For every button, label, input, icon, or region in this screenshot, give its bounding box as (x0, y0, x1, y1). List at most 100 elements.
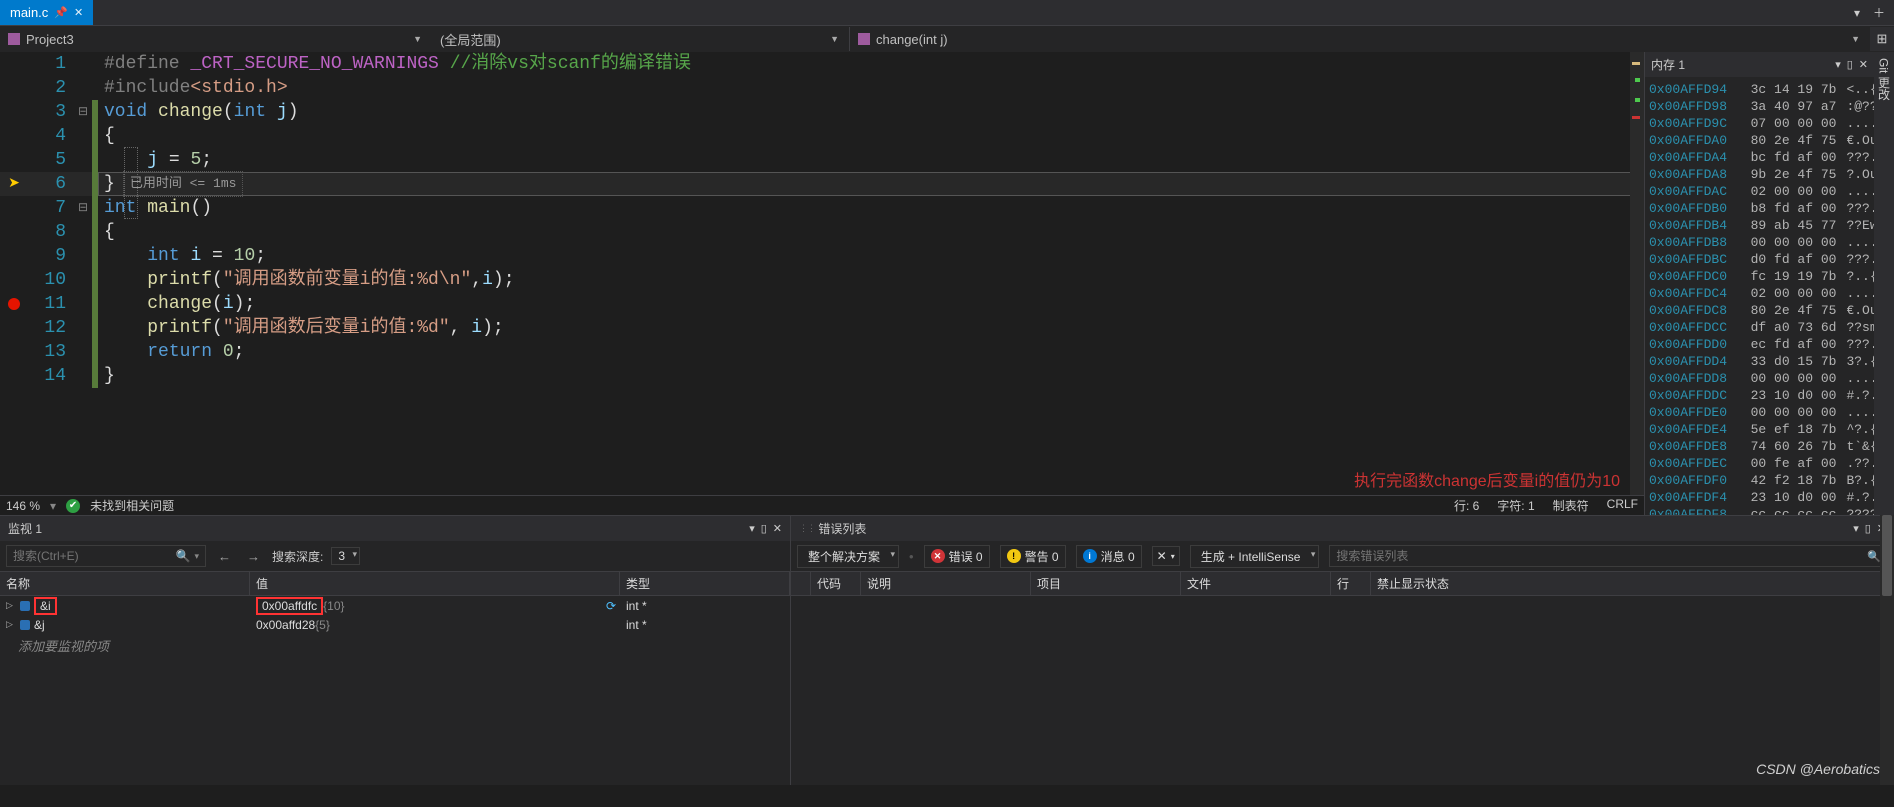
solution-dropdown[interactable]: 整个解决方案 (797, 545, 899, 568)
code-text[interactable]: { (98, 124, 115, 148)
project-dropdown[interactable]: Project3 ▼ (0, 27, 430, 51)
memory-row[interactable]: 0x00AFFD94 3c 14 19 7b<..{ (1649, 81, 1874, 98)
code-text[interactable]: { (98, 220, 115, 244)
close-icon[interactable]: ✕ (1859, 58, 1868, 71)
col-value[interactable]: 值 (250, 572, 620, 595)
memory-row[interactable]: 0x00AFFD9C 07 00 00 00.... (1649, 115, 1874, 132)
code-editor[interactable]: 1#define _CRT_SECURE_NO_WARNINGS //消除vs对… (0, 52, 1644, 515)
code-text[interactable]: change(i); (98, 292, 255, 316)
code-line[interactable]: 10 printf("调用函数前变量i的值:%d\n",i); (0, 268, 1644, 292)
code-text[interactable]: printf("调用函数后变量i的值:%d", i); (98, 316, 504, 340)
code-line[interactable]: 1#define _CRT_SECURE_NO_WARNINGS //消除vs对… (0, 52, 1644, 76)
window-menu-icon[interactable]: ▾ (1835, 58, 1841, 71)
tab-add-icon[interactable]: ＋ (1870, 4, 1888, 22)
memory-row[interactable]: 0x00AFFDAC 02 00 00 00.... (1649, 183, 1874, 200)
memory-row[interactable]: 0x00AFFDF4 23 10 d0 00#.?. (1649, 489, 1874, 506)
code-text[interactable]: printf("调用函数前变量i的值:%d\n",i); (98, 268, 515, 292)
fold-toggle[interactable]: ⊟ (74, 196, 92, 220)
tab-dropdown-icon[interactable]: ▾ (1848, 4, 1866, 22)
search-icon[interactable]: 🔍 (1867, 550, 1881, 563)
pin-icon[interactable]: 📌 (54, 6, 68, 19)
close-icon[interactable]: ✕ (74, 6, 83, 19)
memory-row[interactable]: 0x00AFFDB4 89 ab 45 77??Ew (1649, 217, 1874, 234)
error-search[interactable]: 🔍 (1329, 545, 1888, 567)
breakpoint-icon[interactable] (8, 298, 20, 310)
git-changes-tab[interactable]: Git 更改 (1874, 52, 1894, 107)
errors-toggle[interactable]: ✕错误 0 (924, 545, 990, 568)
col-file[interactable]: 文件 (1181, 572, 1331, 595)
memory-row[interactable]: 0x00AFFDC8 80 2e 4f 75€.Ou (1649, 302, 1874, 319)
line-indicator[interactable]: 行: 6 (1454, 497, 1479, 514)
filter-icon[interactable]: ✕▾ (1152, 546, 1180, 566)
code-text[interactable]: void change(int j) (98, 100, 299, 124)
col-code[interactable]: 代码 (811, 572, 861, 595)
watch-row[interactable]: ▷&i0x00affdfc {10}⟳int * (0, 596, 790, 615)
memory-row[interactable]: 0x00AFFDE8 74 60 26 7bt`&{ (1649, 438, 1874, 455)
code-line[interactable]: ➤6}已用时间 <= 1ms (0, 172, 1644, 196)
error-search-input[interactable] (1336, 549, 1867, 563)
memory-row[interactable]: 0x00AFFDF0 42 f2 18 7bB?.{ (1649, 472, 1874, 489)
scrollbar[interactable] (1880, 515, 1894, 785)
code-text[interactable]: int i = 10; (98, 244, 266, 268)
code-line[interactable]: 4{ (0, 124, 1644, 148)
memory-row[interactable]: 0x00AFFDBC d0 fd af 00???. (1649, 251, 1874, 268)
next-icon[interactable]: → (243, 549, 264, 564)
prev-icon[interactable]: ← (214, 549, 235, 564)
col-icon[interactable] (791, 572, 811, 595)
col-desc[interactable]: 说明 (861, 572, 1031, 595)
code-text[interactable]: #define _CRT_SECURE_NO_WARNINGS //消除vs对s… (98, 52, 691, 76)
code-line[interactable]: 2#include<stdio.h> (0, 76, 1644, 100)
code-line[interactable]: 13 return 0; (0, 340, 1644, 364)
perf-hint[interactable]: 已用时间 <= 1ms (123, 171, 244, 197)
col-name[interactable]: 名称 (0, 572, 250, 595)
memory-row[interactable]: 0x00AFFDC0 fc 19 19 7b?..{ (1649, 268, 1874, 285)
warnings-toggle[interactable]: !警告 0 (1000, 545, 1066, 568)
code-line[interactable]: 8{ (0, 220, 1644, 244)
memory-row[interactable]: 0x00AFFDA0 80 2e 4f 75€.Ou (1649, 132, 1874, 149)
expand-icon[interactable]: ▷ (6, 600, 16, 611)
code-line[interactable]: 3⊟void change(int j) (0, 100, 1644, 124)
memory-row[interactable]: 0x00AFFDF8 cc cc cc cc???? (1649, 506, 1874, 515)
memory-row[interactable]: 0x00AFFDEC 00 fe af 00.??. (1649, 455, 1874, 472)
code-line[interactable]: 11 change(i); (0, 292, 1644, 316)
memory-row[interactable]: 0x00AFFDE0 00 00 00 00.... (1649, 404, 1874, 421)
depth-dropdown[interactable]: 3 (331, 547, 360, 565)
tabs-indicator[interactable]: 制表符 (1553, 497, 1589, 514)
memory-row[interactable]: 0x00AFFDB0 b8 fd af 00???. (1649, 200, 1874, 217)
window-menu-icon[interactable]: ▾ (1853, 522, 1859, 535)
code-text[interactable]: j = 5; (98, 148, 212, 172)
fold-toggle[interactable]: ⊟ (74, 100, 92, 124)
code-text[interactable]: } (98, 172, 115, 196)
col-suppress[interactable]: 禁止显示状态 (1371, 572, 1894, 595)
scrollbar-minimap[interactable] (1630, 52, 1644, 495)
memory-row[interactable]: 0x00AFFDCC df a0 73 6d??sm (1649, 319, 1874, 336)
expand-icon[interactable]: ▷ (6, 619, 16, 630)
add-watch-prompt[interactable]: 添加要监视的项 (0, 634, 790, 657)
code-line[interactable]: 9 int i = 10; (0, 244, 1644, 268)
code-line[interactable]: 7⊟int main() (0, 196, 1644, 220)
code-line[interactable]: 12 printf("调用函数后变量i的值:%d", i); (0, 316, 1644, 340)
function-dropdown[interactable]: change(int j) ▼ (849, 27, 1868, 51)
scope-dropdown[interactable]: (全局范围) ▼ (432, 27, 847, 51)
code-line[interactable]: 14} (0, 364, 1644, 388)
watch-search[interactable]: 🔍 ▾ (6, 545, 206, 567)
split-button[interactable]: ⊞ (1870, 27, 1894, 51)
memory-row[interactable]: 0x00AFFDE4 5e ef 18 7b^?.{ (1649, 421, 1874, 438)
search-icon[interactable]: 🔍 (176, 549, 191, 563)
build-dropdown[interactable]: 生成 + IntelliSense (1190, 545, 1320, 568)
eol-indicator[interactable]: CRLF (1607, 497, 1638, 514)
messages-toggle[interactable]: i消息 0 (1076, 545, 1142, 568)
code-text[interactable]: return 0; (98, 340, 244, 364)
file-tab-active[interactable]: main.c 📌 ✕ (0, 0, 93, 25)
watch-row[interactable]: ▷&j0x00affd28 {5}int * (0, 615, 790, 634)
pin-icon[interactable]: ▯ (1847, 58, 1853, 71)
memory-row[interactable]: 0x00AFFD98 3a 40 97 a7:@?? (1649, 98, 1874, 115)
code-text[interactable]: #include<stdio.h> (98, 76, 288, 100)
memory-row[interactable]: 0x00AFFDA8 9b 2e 4f 75?.Ou (1649, 166, 1874, 183)
col-line[interactable]: 行 (1331, 572, 1371, 595)
issues-text[interactable]: 未找到相关问题 (90, 497, 174, 514)
window-menu-icon[interactable]: ▾ (749, 522, 755, 535)
zoom-level[interactable]: 146 % (6, 499, 40, 513)
memory-row[interactable]: 0x00AFFDB8 00 00 00 00.... (1649, 234, 1874, 251)
code-text[interactable]: int main() (98, 196, 212, 220)
